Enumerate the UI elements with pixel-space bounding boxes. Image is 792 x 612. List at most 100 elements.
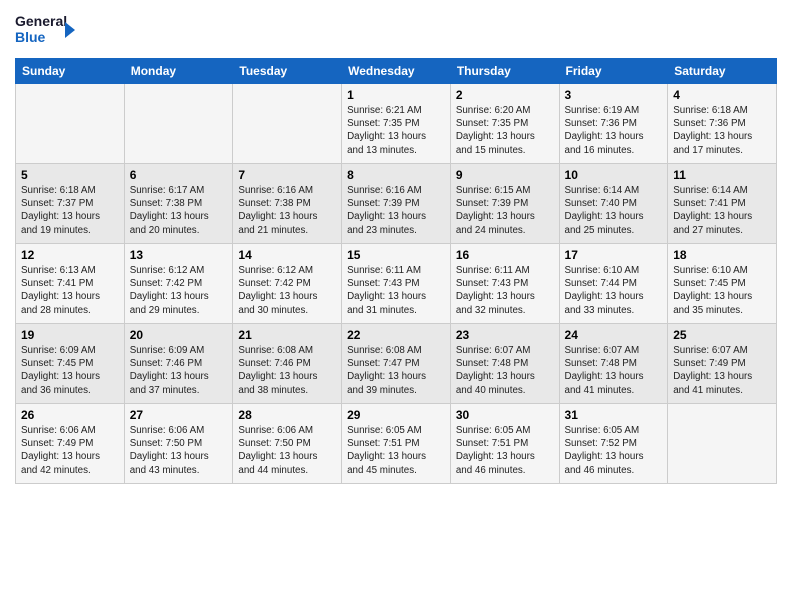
page-header: GeneralBlue bbox=[15, 10, 777, 50]
calendar-cell: 4 Sunrise: 6:18 AM Sunset: 7:36 PM Daylig… bbox=[668, 84, 777, 164]
day-number: 1 bbox=[347, 88, 445, 102]
calendar-cell: 5Sunrise: 6:18 AM Sunset: 7:37 PM Daylig… bbox=[16, 164, 125, 244]
day-info: Sunrise: 6:14 AM Sunset: 7:40 PM Dayligh… bbox=[565, 184, 663, 237]
day-info: Sunrise: 6:11 AM Sunset: 7:43 PM Dayligh… bbox=[347, 264, 445, 317]
calendar-cell: 16 Sunrise: 6:11 AM Sunset: 7:43 PM Dayli… bbox=[450, 244, 559, 324]
day-info: Sunrise: 6:05 AM Sunset: 7:51 PM Dayligh… bbox=[456, 424, 554, 477]
day-number: 16 bbox=[456, 248, 554, 262]
calendar-cell: 15 Sunrise: 6:11 AM Sunset: 7:43 PM Dayli… bbox=[342, 244, 451, 324]
days-header-row: SundayMondayTuesdayWednesdayThursdayFrid… bbox=[16, 59, 777, 84]
day-info: Sunrise: 6:18 AM Sunset: 7:36 PM Dayligh… bbox=[673, 104, 771, 157]
day-number: 11 bbox=[673, 168, 771, 182]
calendar-cell bbox=[233, 84, 342, 164]
day-number: 22 bbox=[347, 328, 445, 342]
day-info: Sunrise: 6:09 AM Sunset: 7:45 PM Dayligh… bbox=[21, 344, 119, 397]
week-row-2: 5Sunrise: 6:18 AM Sunset: 7:37 PM Daylig… bbox=[16, 164, 777, 244]
calendar-table: SundayMondayTuesdayWednesdayThursdayFrid… bbox=[15, 58, 777, 484]
day-number: 10 bbox=[565, 168, 663, 182]
day-number: 18 bbox=[673, 248, 771, 262]
day-number: 29 bbox=[347, 408, 445, 422]
day-header-tuesday: Tuesday bbox=[233, 59, 342, 84]
day-info: Sunrise: 6:14 AM Sunset: 7:41 PM Dayligh… bbox=[673, 184, 771, 237]
day-info: Sunrise: 6:06 AM Sunset: 7:50 PM Dayligh… bbox=[130, 424, 228, 477]
calendar-cell: 6 Sunrise: 6:17 AM Sunset: 7:38 PM Daylig… bbox=[124, 164, 233, 244]
calendar-cell: 7 Sunrise: 6:16 AM Sunset: 7:38 PM Daylig… bbox=[233, 164, 342, 244]
calendar-cell: 31 Sunrise: 6:05 AM Sunset: 7:52 PM Dayli… bbox=[559, 404, 668, 484]
calendar-cell: 10 Sunrise: 6:14 AM Sunset: 7:40 PM Dayli… bbox=[559, 164, 668, 244]
day-number: 12 bbox=[21, 248, 119, 262]
day-number: 4 bbox=[673, 88, 771, 102]
day-header-sunday: Sunday bbox=[16, 59, 125, 84]
day-info: Sunrise: 6:05 AM Sunset: 7:52 PM Dayligh… bbox=[565, 424, 663, 477]
calendar-cell: 8Sunrise: 6:16 AM Sunset: 7:39 PM Daylig… bbox=[342, 164, 451, 244]
week-row-1: 1 Sunrise: 6:21 AM Sunset: 7:35 PM Daylig… bbox=[16, 84, 777, 164]
day-number: 30 bbox=[456, 408, 554, 422]
day-info: Sunrise: 6:07 AM Sunset: 7:48 PM Dayligh… bbox=[456, 344, 554, 397]
day-number: 21 bbox=[238, 328, 336, 342]
day-number: 28 bbox=[238, 408, 336, 422]
day-info: Sunrise: 6:07 AM Sunset: 7:49 PM Dayligh… bbox=[673, 344, 771, 397]
day-info: Sunrise: 6:05 AM Sunset: 7:51 PM Dayligh… bbox=[347, 424, 445, 477]
day-number: 5 bbox=[21, 168, 119, 182]
calendar-cell: 23 Sunrise: 6:07 AM Sunset: 7:48 PM Dayli… bbox=[450, 324, 559, 404]
day-info: Sunrise: 6:07 AM Sunset: 7:48 PM Dayligh… bbox=[565, 344, 663, 397]
day-info: Sunrise: 6:09 AM Sunset: 7:46 PM Dayligh… bbox=[130, 344, 228, 397]
day-info: Sunrise: 6:06 AM Sunset: 7:49 PM Dayligh… bbox=[21, 424, 119, 477]
day-number: 23 bbox=[456, 328, 554, 342]
day-number: 15 bbox=[347, 248, 445, 262]
day-info: Sunrise: 6:06 AM Sunset: 7:50 PM Dayligh… bbox=[238, 424, 336, 477]
day-number: 27 bbox=[130, 408, 228, 422]
day-number: 14 bbox=[238, 248, 336, 262]
calendar-cell: 9 Sunrise: 6:15 AM Sunset: 7:39 PM Daylig… bbox=[450, 164, 559, 244]
day-number: 17 bbox=[565, 248, 663, 262]
day-number: 25 bbox=[673, 328, 771, 342]
day-info: Sunrise: 6:15 AM Sunset: 7:39 PM Dayligh… bbox=[456, 184, 554, 237]
calendar-cell: 3Sunrise: 6:19 AM Sunset: 7:36 PM Daylig… bbox=[559, 84, 668, 164]
calendar-cell: 17 Sunrise: 6:10 AM Sunset: 7:44 PM Dayli… bbox=[559, 244, 668, 324]
day-number: 31 bbox=[565, 408, 663, 422]
calendar-cell: 26 Sunrise: 6:06 AM Sunset: 7:49 PM Dayli… bbox=[16, 404, 125, 484]
day-info: Sunrise: 6:08 AM Sunset: 7:46 PM Dayligh… bbox=[238, 344, 336, 397]
calendar-cell: 2Sunrise: 6:20 AM Sunset: 7:35 PM Daylig… bbox=[450, 84, 559, 164]
week-row-5: 26 Sunrise: 6:06 AM Sunset: 7:49 PM Dayli… bbox=[16, 404, 777, 484]
svg-text:Blue: Blue bbox=[15, 29, 46, 45]
day-header-saturday: Saturday bbox=[668, 59, 777, 84]
day-number: 6 bbox=[130, 168, 228, 182]
calendar-cell: 21 Sunrise: 6:08 AM Sunset: 7:46 PM Dayli… bbox=[233, 324, 342, 404]
calendar-cell: 22 Sunrise: 6:08 AM Sunset: 7:47 PM Dayli… bbox=[342, 324, 451, 404]
logo: GeneralBlue bbox=[15, 10, 75, 50]
day-number: 20 bbox=[130, 328, 228, 342]
day-info: Sunrise: 6:12 AM Sunset: 7:42 PM Dayligh… bbox=[238, 264, 336, 317]
day-number: 7 bbox=[238, 168, 336, 182]
week-row-4: 19Sunrise: 6:09 AM Sunset: 7:45 PM Dayli… bbox=[16, 324, 777, 404]
day-info: Sunrise: 6:10 AM Sunset: 7:44 PM Dayligh… bbox=[565, 264, 663, 317]
day-header-monday: Monday bbox=[124, 59, 233, 84]
calendar-cell: 12 Sunrise: 6:13 AM Sunset: 7:41 PM Dayli… bbox=[16, 244, 125, 324]
calendar-cell: 27 Sunrise: 6:06 AM Sunset: 7:50 PM Dayli… bbox=[124, 404, 233, 484]
day-number: 9 bbox=[456, 168, 554, 182]
day-info: Sunrise: 6:13 AM Sunset: 7:41 PM Dayligh… bbox=[21, 264, 119, 317]
calendar-cell: 25 Sunrise: 6:07 AM Sunset: 7:49 PM Dayli… bbox=[668, 324, 777, 404]
day-number: 8 bbox=[347, 168, 445, 182]
calendar-cell: 14 Sunrise: 6:12 AM Sunset: 7:42 PM Dayli… bbox=[233, 244, 342, 324]
day-number: 26 bbox=[21, 408, 119, 422]
day-info: Sunrise: 6:11 AM Sunset: 7:43 PM Dayligh… bbox=[456, 264, 554, 317]
calendar-cell: 20 Sunrise: 6:09 AM Sunset: 7:46 PM Dayli… bbox=[124, 324, 233, 404]
day-header-friday: Friday bbox=[559, 59, 668, 84]
day-info: Sunrise: 6:12 AM Sunset: 7:42 PM Dayligh… bbox=[130, 264, 228, 317]
calendar-cell: 30 Sunrise: 6:05 AM Sunset: 7:51 PM Dayli… bbox=[450, 404, 559, 484]
day-info: Sunrise: 6:16 AM Sunset: 7:38 PM Dayligh… bbox=[238, 184, 336, 237]
week-row-3: 12 Sunrise: 6:13 AM Sunset: 7:41 PM Dayli… bbox=[16, 244, 777, 324]
calendar-cell: 28 Sunrise: 6:06 AM Sunset: 7:50 PM Dayli… bbox=[233, 404, 342, 484]
day-info: Sunrise: 6:21 AM Sunset: 7:35 PM Dayligh… bbox=[347, 104, 445, 157]
day-info: Sunrise: 6:08 AM Sunset: 7:47 PM Dayligh… bbox=[347, 344, 445, 397]
day-info: Sunrise: 6:20 AM Sunset: 7:35 PM Dayligh… bbox=[456, 104, 554, 157]
logo-icon: GeneralBlue bbox=[15, 10, 75, 50]
calendar-cell: 1 Sunrise: 6:21 AM Sunset: 7:35 PM Daylig… bbox=[342, 84, 451, 164]
day-number: 24 bbox=[565, 328, 663, 342]
day-info: Sunrise: 6:10 AM Sunset: 7:45 PM Dayligh… bbox=[673, 264, 771, 317]
calendar-cell: 29 Sunrise: 6:05 AM Sunset: 7:51 PM Dayli… bbox=[342, 404, 451, 484]
calendar-cell: 11 Sunrise: 6:14 AM Sunset: 7:41 PM Dayli… bbox=[668, 164, 777, 244]
day-number: 13 bbox=[130, 248, 228, 262]
day-info: Sunrise: 6:17 AM Sunset: 7:38 PM Dayligh… bbox=[130, 184, 228, 237]
